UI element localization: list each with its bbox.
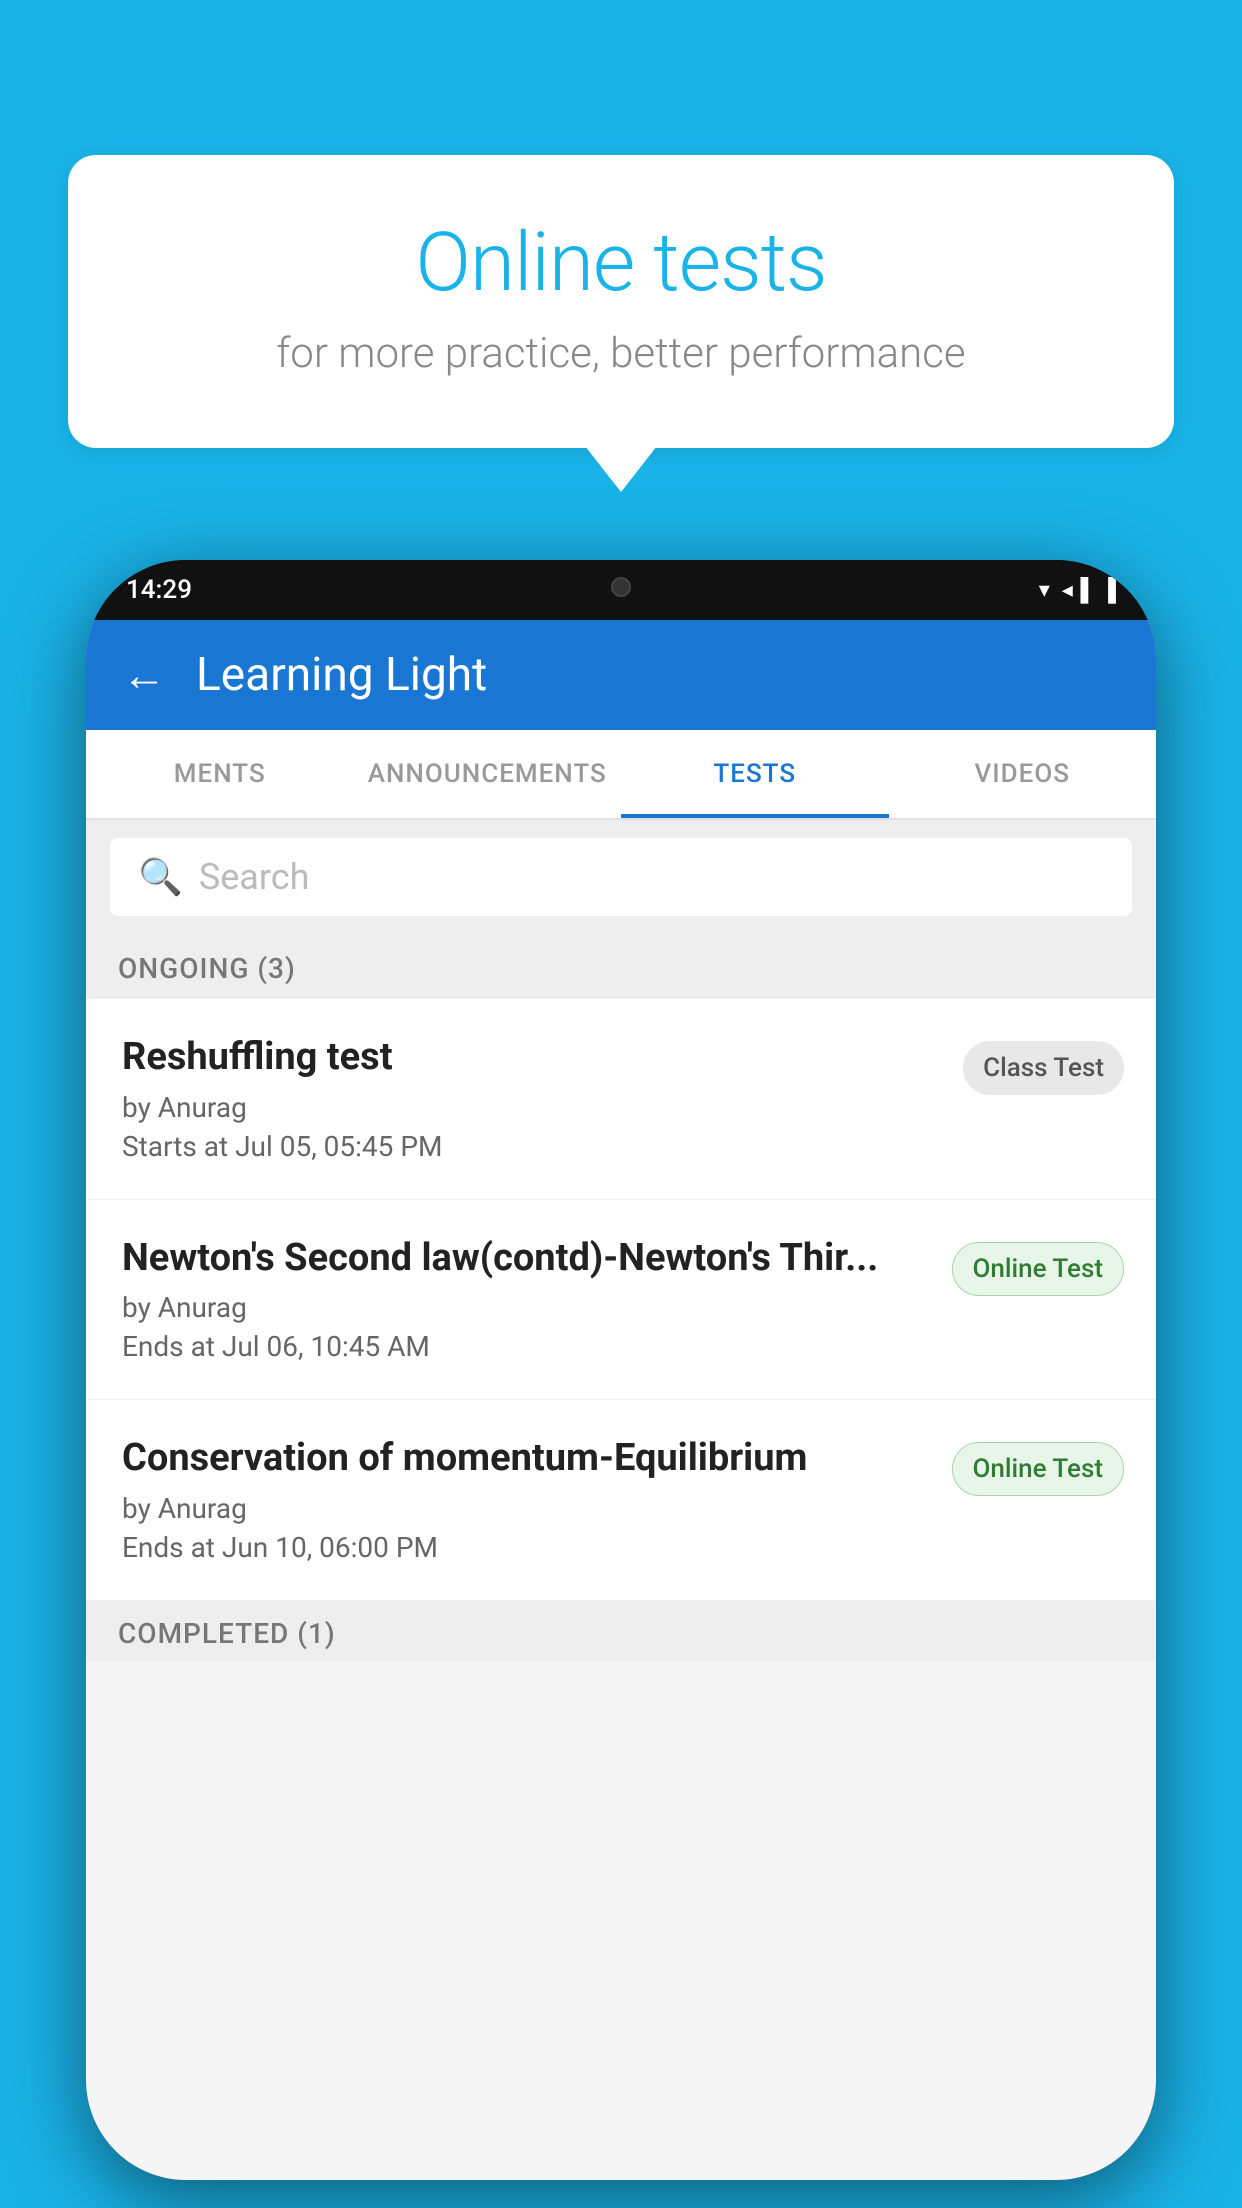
test-name-3: Conservation of momentum-Equilibrium	[122, 1436, 932, 1482]
wifi-icon: ▾	[1039, 578, 1050, 603]
status-time: 14:29	[126, 575, 192, 605]
app-bar-title: Learning Light	[196, 648, 487, 702]
battery-icon: ▐	[1100, 577, 1116, 603]
test-item-newton[interactable]: Newton's Second law(contd)-Newton's Thir…	[86, 1200, 1156, 1401]
phone-screen: ← Learning Light MENTS ANNOUNCEMENTS TES…	[86, 620, 1156, 2180]
test-info-2: Newton's Second law(contd)-Newton's Thir…	[122, 1236, 952, 1364]
status-icons: ▾ ◂▐ ▐	[1039, 577, 1116, 603]
test-time-1: Starts at Jul 05, 05:45 PM	[122, 1130, 943, 1163]
test-info-1: Reshuffling test by Anurag Starts at Jul…	[122, 1035, 963, 1163]
search-bar[interactable]: 🔍 Search	[110, 838, 1132, 916]
search-placeholder: Search	[199, 856, 310, 898]
search-container: 🔍 Search	[86, 820, 1156, 934]
speech-bubble: Online tests for more practice, better p…	[68, 155, 1174, 448]
test-badge-2: Online Test	[952, 1242, 1125, 1296]
bubble-subtitle: for more practice, better performance	[148, 329, 1094, 378]
search-icon: 🔍	[138, 856, 183, 898]
test-item-conservation[interactable]: Conservation of momentum-Equilibrium by …	[86, 1400, 1156, 1601]
tests-list: Reshuffling test by Anurag Starts at Jul…	[86, 999, 1156, 1601]
tabs-bar: MENTS ANNOUNCEMENTS TESTS VIDEOS	[86, 730, 1156, 820]
phone-device: 14:29 ▾ ◂▐ ▐ ← Learning Light MENTS ANNO…	[86, 560, 1156, 2180]
ongoing-section-header: ONGOING (3)	[86, 934, 1156, 999]
test-by-2: by Anurag	[122, 1291, 932, 1324]
test-name-1: Reshuffling test	[122, 1035, 943, 1081]
status-bar: 14:29 ▾ ◂▐ ▐	[86, 560, 1156, 620]
tab-announcements[interactable]: ANNOUNCEMENTS	[354, 730, 622, 818]
tab-videos[interactable]: VIDEOS	[889, 730, 1157, 818]
ongoing-title: ONGOING (3)	[118, 952, 296, 985]
back-button[interactable]: ←	[122, 649, 166, 701]
test-time-3: Ends at Jun 10, 06:00 PM	[122, 1531, 932, 1564]
test-name-2: Newton's Second law(contd)-Newton's Thir…	[122, 1236, 932, 1282]
phone-notch	[531, 560, 711, 614]
test-badge-1: Class Test	[963, 1041, 1124, 1095]
test-info-3: Conservation of momentum-Equilibrium by …	[122, 1436, 952, 1564]
test-by-3: by Anurag	[122, 1492, 932, 1525]
completed-section-header: COMPLETED (1)	[86, 1601, 1156, 1662]
front-camera	[611, 577, 631, 597]
tab-tests[interactable]: TESTS	[621, 730, 889, 818]
app-bar: ← Learning Light	[86, 620, 1156, 730]
test-item-reshuffling[interactable]: Reshuffling test by Anurag Starts at Jul…	[86, 999, 1156, 1200]
test-time-2: Ends at Jul 06, 10:45 AM	[122, 1330, 932, 1363]
signal-icon: ◂▐	[1062, 577, 1089, 603]
test-by-1: by Anurag	[122, 1091, 943, 1124]
bubble-title: Online tests	[148, 215, 1094, 311]
tab-ments[interactable]: MENTS	[86, 730, 354, 818]
test-badge-3: Online Test	[952, 1442, 1125, 1496]
completed-title: COMPLETED (1)	[118, 1617, 336, 1650]
